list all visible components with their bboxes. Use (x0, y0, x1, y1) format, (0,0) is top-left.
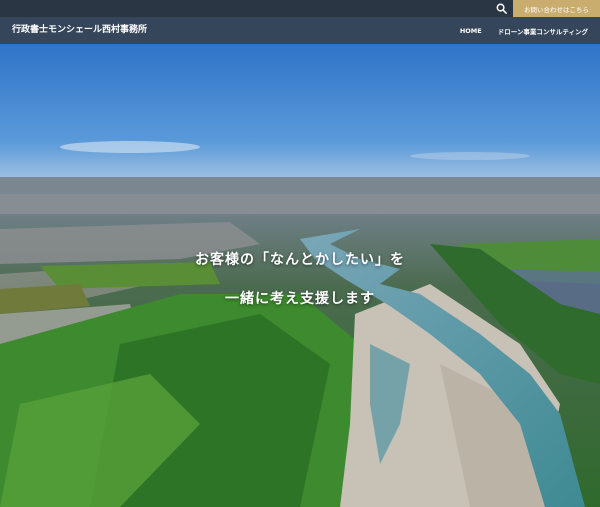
main-header: 行政書士モンシェール西村事務所 HOME ドローン事業コンサルティング (0, 17, 600, 44)
hero-image: お客様の「なんとかしたい」を 一緒に考え支援します (0, 44, 600, 507)
main-nav: HOME ドローン事業コンサルティング (460, 17, 588, 44)
nav-drone-consulting[interactable]: ドローン事業コンサルティング (498, 26, 588, 36)
hero-headline-line1: お客様の「なんとかしたい」を (195, 252, 405, 268)
nav-home[interactable]: HOME (460, 27, 482, 35)
hero-headline-line2: 一緒に考え支援します (225, 291, 375, 307)
search-button[interactable] (491, 0, 511, 17)
site-title[interactable]: 行政書士モンシェール西村事務所 (12, 17, 147, 44)
aerial-landscape-photo (0, 44, 600, 507)
contact-button[interactable]: お問い合わせはこちら (513, 0, 600, 17)
search-icon (496, 3, 507, 14)
top-utility-bar: お問い合わせはこちら (0, 0, 600, 17)
